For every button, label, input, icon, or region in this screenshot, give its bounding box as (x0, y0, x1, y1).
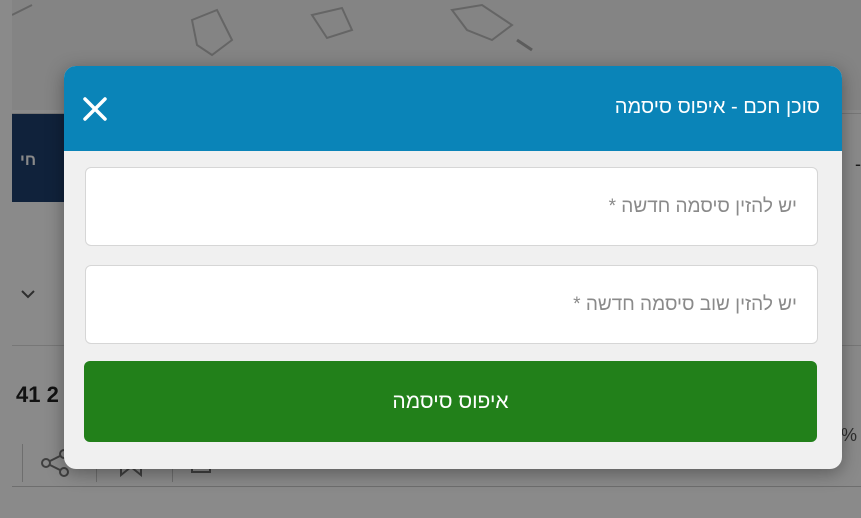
reset-password-button[interactable]: איפוס סיסמה (84, 361, 817, 442)
new-password-field[interactable] (85, 167, 818, 246)
confirm-password-input[interactable] (86, 266, 817, 343)
new-password-input[interactable] (86, 168, 817, 245)
close-icon[interactable] (78, 92, 112, 126)
reset-password-modal: סוכן חכם - איפוס סיסמה איפוס סיסמה (64, 66, 842, 469)
modal-title: סוכן חכם - איפוס סיסמה (614, 96, 820, 118)
modal-header: סוכן חכם - איפוס סיסמה (64, 66, 842, 151)
confirm-password-field[interactable] (85, 265, 818, 344)
